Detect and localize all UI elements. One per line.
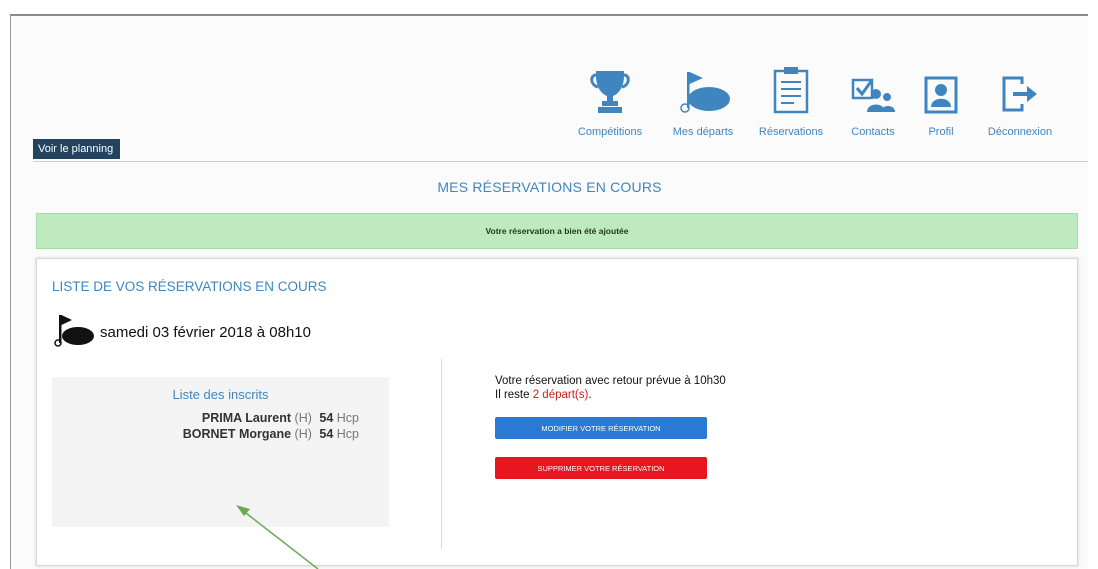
nav-profil[interactable]: Profil xyxy=(910,64,972,138)
modify-reservation-button[interactable]: MODIFIER VOTRE RÉSERVATION xyxy=(495,417,707,439)
column-divider xyxy=(441,359,442,549)
player-row: BORNET Morgane (H) 54 Hcp xyxy=(52,427,359,441)
player-gender: (H) xyxy=(294,427,312,441)
golf-flag-icon xyxy=(675,64,731,114)
nav-label: Profil xyxy=(928,126,954,138)
reservation-date-row: samedi 03 février 2018 à 08h10 xyxy=(52,313,311,352)
player-row: PRIMA Laurent (H) 54 Hcp xyxy=(52,411,359,425)
inscrits-title: Liste des inscrits xyxy=(172,387,269,402)
remaining-count: 2 départ(s) xyxy=(532,389,589,401)
reservations-card: LISTE DE VOS RÉSERVATIONS EN COURS samed… xyxy=(36,258,1078,566)
player-name: PRIMA Laurent xyxy=(201,411,292,425)
nav-reservations[interactable]: Réservations xyxy=(746,64,836,138)
card-title: LISTE DE VOS RÉSERVATIONS EN COURS xyxy=(52,279,327,294)
remaining-suffix: . xyxy=(588,389,592,401)
reservation-date: samedi 03 février 2018 à 08h10 xyxy=(100,324,311,341)
players-list: PRIMA Laurent (H) 54 Hcp BORNET Morgane … xyxy=(52,409,359,441)
return-time-text: Votre réservation avec retour prévue à 1… xyxy=(495,375,726,387)
nav-label: Déconnexion xyxy=(987,126,1053,138)
golf-flag-icon xyxy=(52,313,94,352)
inscrits-panel: Liste des inscrits PRIMA Laurent (H) 54 … xyxy=(52,377,389,527)
nav-label: Réservations xyxy=(758,126,824,138)
nav-label: Mes départs xyxy=(672,126,734,138)
top-nav: Compétitions Mes départs Réservations Co… xyxy=(560,64,1068,138)
profile-icon xyxy=(924,64,958,114)
reservation-info: Votre réservation avec retour prévue à 1… xyxy=(495,374,726,402)
success-alert: Votre réservation a bien été ajoutée xyxy=(36,213,1078,249)
nav-label: Compétitions xyxy=(577,126,643,138)
player-hcp-label: Hcp xyxy=(336,411,359,425)
remaining-text: Il reste 2 départ(s). xyxy=(495,388,726,402)
delete-reservation-button[interactable]: SUPPRIMER VOTRE RÉSERVATION xyxy=(495,457,707,479)
trophy-icon xyxy=(588,64,632,114)
player-name: BORNET Morgane xyxy=(182,427,292,441)
nav-mes-departs[interactable]: Mes départs xyxy=(660,64,746,138)
voir-planning-button[interactable]: Voir le planning xyxy=(33,139,121,159)
logout-icon xyxy=(1000,64,1040,114)
nav-deconnexion[interactable]: Déconnexion xyxy=(972,64,1068,138)
nav-contacts[interactable]: Contacts xyxy=(836,64,910,138)
remaining-prefix: Il reste xyxy=(495,389,530,401)
player-hcp-label: Hcp xyxy=(336,427,359,441)
page-title: MES RÉSERVATIONS EN COURS xyxy=(437,179,662,195)
divider xyxy=(33,161,1088,162)
nav-label: Contacts xyxy=(851,126,895,138)
contacts-icon xyxy=(850,64,896,114)
nav-competitions[interactable]: Compétitions xyxy=(560,64,660,138)
alert-text: Votre réservation a bien été ajoutée xyxy=(485,226,629,236)
player-hcp: 54 xyxy=(319,411,334,425)
player-gender: (H) xyxy=(294,411,312,425)
clipboard-icon xyxy=(772,64,810,114)
player-hcp: 54 xyxy=(319,427,334,441)
app-window: Compétitions Mes départs Réservations Co… xyxy=(10,14,1088,569)
